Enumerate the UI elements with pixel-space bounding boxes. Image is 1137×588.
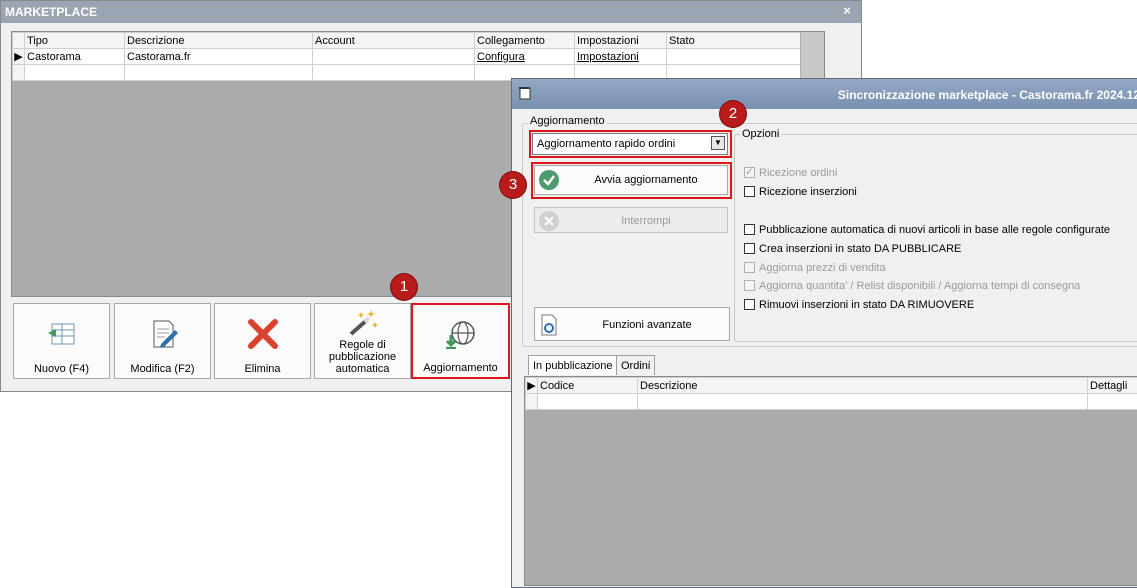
empty-cell xyxy=(125,65,313,81)
option-aggiorna-prezzi[interactable]: Aggiorna prezzi di vendita xyxy=(744,260,886,276)
stop-button[interactable]: Interrompi xyxy=(534,207,728,233)
edit-document-icon xyxy=(145,316,181,352)
nuovo-label: Nuovo (F4) xyxy=(14,363,109,375)
step-badge-1: 1 xyxy=(391,274,417,300)
window-icon xyxy=(518,86,532,100)
aggiornamento-button[interactable]: Aggiornamento xyxy=(411,303,510,379)
checkbox[interactable] xyxy=(744,243,755,254)
table-header-row: ▶ Codice Descrizione Dettagli xyxy=(526,378,1137,394)
sync-dialog: Sincronizzazione marketplace - Castorama… xyxy=(511,78,1137,588)
aggiornamento-group-label: Aggiornamento xyxy=(528,115,607,127)
cell-tipo[interactable]: Castorama xyxy=(25,49,125,65)
option-ricezione-inserzioni[interactable]: Ricezione inserzioni xyxy=(744,184,857,200)
close-icon[interactable]: × xyxy=(839,3,855,19)
magic-wand-icon xyxy=(345,306,381,342)
column-header-account[interactable]: Account xyxy=(313,33,475,49)
row-header-cell xyxy=(13,65,25,81)
table-header-row: Tipo Descrizione Account Collegamento Im… xyxy=(13,33,801,49)
stop-circle-icon xyxy=(539,211,559,231)
empty-cell xyxy=(25,65,125,81)
options-group-label: Opzioni xyxy=(740,128,781,140)
new-table-icon xyxy=(44,316,80,352)
empty-cell xyxy=(1088,394,1137,410)
checkbox[interactable] xyxy=(744,167,755,178)
column-header-impostazioni[interactable]: Impostazioni xyxy=(575,33,667,49)
empty-cell xyxy=(538,394,638,410)
option-label: Aggiorna quantita' / Relist disponibili … xyxy=(759,280,1080,292)
highlight-combo xyxy=(529,130,732,158)
column-header-collegamento[interactable]: Collegamento xyxy=(475,33,575,49)
row-pointer-icon: ▶ xyxy=(13,49,25,65)
checkbox[interactable] xyxy=(744,280,755,291)
regole-pubblicazione-button[interactable]: Regole di pubblicazione automatica xyxy=(314,303,411,379)
option-label: Ricezione inserzioni xyxy=(759,186,857,198)
stop-label: Interrompi xyxy=(565,208,727,234)
elimina-button[interactable]: Elimina xyxy=(214,303,311,379)
delete-x-icon xyxy=(245,316,281,352)
regole-label: Regole di pubblicazione automatica xyxy=(315,339,410,375)
highlight-start xyxy=(531,162,732,199)
checkbox[interactable] xyxy=(744,299,755,310)
empty-cell xyxy=(313,65,475,81)
option-rimuovi-inserzioni[interactable]: Rimuovi inserzioni in stato DA RIMUOVERE xyxy=(744,297,974,313)
window-title: MARKETPLACE xyxy=(1,1,861,23)
option-pubblicazione-automatica[interactable]: Pubblicazione automatica di nuovi artico… xyxy=(744,222,1110,238)
row-header-cell xyxy=(13,33,25,49)
nuovo-button[interactable]: Nuovo (F4) xyxy=(13,303,110,379)
cell-stato[interactable] xyxy=(667,49,801,65)
option-label: Crea inserzioni in stato DA PUBBLICARE xyxy=(759,243,961,255)
column-header-stato[interactable]: Stato xyxy=(667,33,801,49)
option-aggiorna-quantita[interactable]: Aggiorna quantita' / Relist disponibili … xyxy=(744,278,1080,294)
option-label: Pubblicazione automatica di nuovi artico… xyxy=(759,224,1110,236)
configura-link[interactable]: Configura xyxy=(475,49,575,65)
advanced-functions-button[interactable]: Funzioni avanzate xyxy=(534,307,730,341)
row-header-cell xyxy=(526,394,538,410)
tab-ordini[interactable]: Ordini xyxy=(616,355,655,375)
column-header-tipo[interactable]: Tipo xyxy=(25,33,125,49)
step-badge-3: 3 xyxy=(500,172,526,198)
table-row[interactable]: ▶ Castorama Castorama.fr Configura Impos… xyxy=(13,49,801,65)
option-ricezione-ordini[interactable]: Ricezione ordini xyxy=(744,165,837,181)
column-header-codice[interactable]: Codice xyxy=(538,378,638,394)
checkbox[interactable] xyxy=(744,186,755,197)
column-header-descrizione[interactable]: Descrizione xyxy=(125,33,313,49)
column-header-dettagli[interactable]: Dettagli xyxy=(1088,378,1137,394)
advanced-functions-label: Funzioni avanzate xyxy=(565,308,729,342)
cell-account[interactable] xyxy=(313,49,475,65)
option-label: Ricezione ordini xyxy=(759,167,837,179)
empty-cell xyxy=(638,394,1088,410)
dialog-title: Sincronizzazione marketplace - Castorama… xyxy=(512,79,1137,109)
tab-in-pubblicazione[interactable]: In pubblicazione xyxy=(528,355,618,375)
settings-document-icon xyxy=(539,314,559,336)
aggiornamento-label: Aggiornamento xyxy=(413,362,508,374)
publication-grid: ▶ Codice Descrizione Dettagli xyxy=(524,376,1137,586)
impostazioni-link[interactable]: Impostazioni xyxy=(575,49,667,65)
option-crea-inserzioni[interactable]: Crea inserzioni in stato DA PUBBLICARE xyxy=(744,241,961,257)
publication-table: ▶ Codice Descrizione Dettagli xyxy=(525,377,1137,410)
checkbox[interactable] xyxy=(744,224,755,235)
row-pointer-icon: ▶ xyxy=(526,378,538,394)
globe-download-icon xyxy=(443,317,479,353)
elimina-label: Elimina xyxy=(215,363,310,375)
cell-descrizione[interactable]: Castorama.fr xyxy=(125,49,313,65)
modifica-label: Modifica (F2) xyxy=(115,363,210,375)
option-label: Aggiorna prezzi di vendita xyxy=(759,262,886,274)
option-label: Rimuovi inserzioni in stato DA RIMUOVERE xyxy=(759,299,974,311)
column-header-descrizione[interactable]: Descrizione xyxy=(638,378,1088,394)
checkbox[interactable] xyxy=(744,262,755,273)
step-badge-2: 2 xyxy=(720,101,746,127)
modifica-button[interactable]: Modifica (F2) xyxy=(114,303,211,379)
marketplace-table: Tipo Descrizione Account Collegamento Im… xyxy=(12,32,801,81)
table-row-empty[interactable] xyxy=(526,394,1137,410)
